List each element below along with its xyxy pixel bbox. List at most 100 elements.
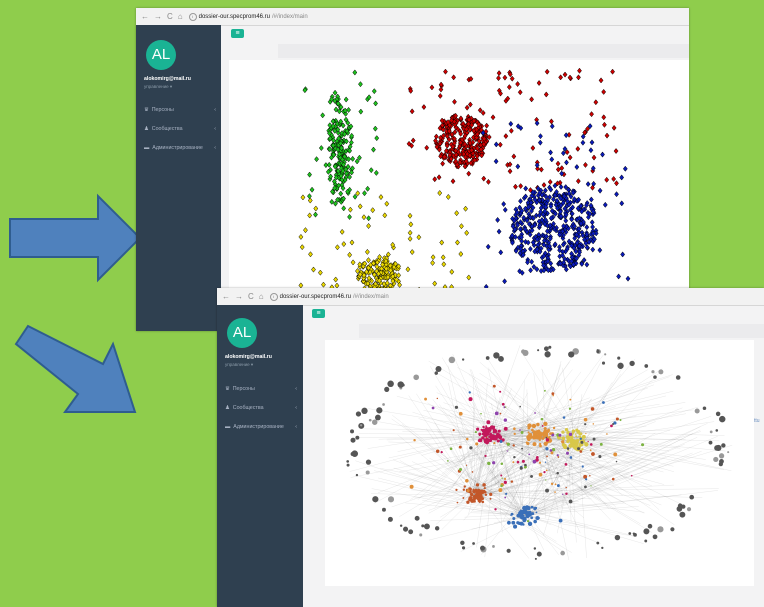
cluster-point xyxy=(407,229,413,236)
reload-icon[interactable]: C xyxy=(248,292,254,301)
network-node xyxy=(569,456,573,459)
cluster-point xyxy=(625,275,631,282)
cluster-point xyxy=(451,74,457,81)
url-text[interactable]: i dossier-our.specprom46.ru/#/index/main xyxy=(269,292,389,301)
reload-icon[interactable]: C xyxy=(167,12,173,21)
sidebar-item-persons[interactable]: ♛ Персоны ‹ xyxy=(144,107,216,113)
network-node xyxy=(500,484,503,488)
network-node xyxy=(350,437,356,443)
url-host: dossier-our.specprom46.ru xyxy=(198,13,270,20)
sidebar-item-label: Персоны xyxy=(151,107,174,113)
menu-toggle-button[interactable]: ≡ xyxy=(231,29,244,38)
sidebar-item-persons[interactable]: ♛ Персоны ‹ xyxy=(225,386,297,392)
sidebar-item-communities[interactable]: ♟ Сообщества ‹ xyxy=(225,405,297,411)
network-node xyxy=(587,440,589,443)
user-role-dropdown[interactable]: управление ▾ xyxy=(225,362,253,368)
network-node xyxy=(519,405,521,408)
address-bar[interactable]: ← → C ⌂ i dossier-our.specprom46.ru/#/in… xyxy=(136,8,689,26)
network-node xyxy=(550,451,554,455)
network-node xyxy=(585,432,587,435)
network-node xyxy=(497,429,501,433)
cluster-point xyxy=(604,176,610,183)
id-card-icon: ▬ xyxy=(225,424,231,430)
forward-icon[interactable]: → xyxy=(154,12,162,21)
network-node xyxy=(475,442,479,446)
cluster-point xyxy=(333,276,339,283)
address-bar[interactable]: ← → C ⌂ i dossier-our.specprom46.ru/#/in… xyxy=(217,288,764,306)
network-node xyxy=(483,487,486,490)
url-path: /#/index/main xyxy=(272,13,308,20)
network-node xyxy=(504,406,507,408)
network-node xyxy=(485,434,488,436)
network-node xyxy=(584,423,587,426)
cluster-point xyxy=(407,235,413,242)
network-node xyxy=(543,471,546,474)
menu-toggle-button[interactable]: ≡ xyxy=(312,309,325,318)
network-node xyxy=(589,443,593,446)
network-node xyxy=(401,383,405,387)
network-node xyxy=(471,471,474,473)
back-icon[interactable]: ← xyxy=(141,12,149,21)
cluster-point xyxy=(332,89,338,96)
cluster-point xyxy=(613,148,619,155)
network-node xyxy=(530,474,533,478)
network-node xyxy=(372,419,378,425)
cluster-point xyxy=(501,201,507,208)
home-icon[interactable]: ⌂ xyxy=(178,12,183,21)
forward-icon[interactable]: → xyxy=(235,292,243,301)
network-node xyxy=(530,512,533,515)
cluster-point xyxy=(433,133,439,140)
sidebar-item-label: Персоны xyxy=(232,386,255,392)
network-node xyxy=(382,507,386,512)
cluster-point xyxy=(577,67,582,74)
network-node xyxy=(489,497,492,500)
avatar[interactable]: AL xyxy=(146,40,176,70)
cluster-point xyxy=(409,108,415,115)
network-node xyxy=(503,480,507,484)
network-node xyxy=(521,459,525,463)
cluster-point xyxy=(508,127,514,134)
user-role-dropdown[interactable]: управление ▾ xyxy=(144,84,172,90)
cluster-point xyxy=(307,193,312,200)
network-node xyxy=(476,427,480,431)
network-node xyxy=(365,470,370,475)
network-node xyxy=(599,442,603,446)
network-node xyxy=(522,518,527,523)
network-node xyxy=(536,435,540,439)
sidebar-item-admin[interactable]: ▬ Администрирование ‹ xyxy=(225,424,297,430)
cluster-point xyxy=(335,244,340,251)
cluster-point xyxy=(493,158,499,165)
network-node xyxy=(577,436,580,438)
cluster-point xyxy=(507,168,513,175)
cluster-point xyxy=(452,98,457,105)
cluster-point xyxy=(300,194,306,201)
user-email[interactable]: alokomirg@mail.ru xyxy=(144,76,191,82)
network-node xyxy=(413,374,420,381)
sidebar: AL alokomirg@mail.ru управление ▾ ♛ Перс… xyxy=(136,25,221,331)
network-node xyxy=(571,440,575,444)
avatar[interactable]: AL xyxy=(227,318,257,348)
network-node xyxy=(566,435,569,438)
cluster-point xyxy=(361,214,367,221)
network-node xyxy=(469,446,473,450)
sidebar-item-communities[interactable]: ♟ Сообщества ‹ xyxy=(144,126,216,132)
network-node xyxy=(568,407,572,410)
back-icon[interactable]: ← xyxy=(222,292,230,301)
network-node xyxy=(414,515,420,521)
network-node xyxy=(576,429,581,434)
network-node xyxy=(709,430,713,434)
network-node xyxy=(458,411,463,416)
url-text[interactable]: i dossier-our.specprom46.ru/#/index/main xyxy=(188,12,308,21)
network-node xyxy=(652,534,658,540)
user-email[interactable]: alokomirg@mail.ru xyxy=(225,354,272,360)
cluster-point xyxy=(602,121,607,128)
cluster-point xyxy=(466,274,472,281)
cluster-point xyxy=(355,190,361,197)
home-icon[interactable]: ⌂ xyxy=(259,292,264,301)
sidebar-item-admin[interactable]: ▬ Администрирование ‹ xyxy=(144,145,216,151)
cluster-point xyxy=(368,167,374,174)
network-node xyxy=(578,443,582,448)
network-node xyxy=(525,441,528,444)
network-node xyxy=(617,362,624,369)
network-node xyxy=(482,483,486,487)
